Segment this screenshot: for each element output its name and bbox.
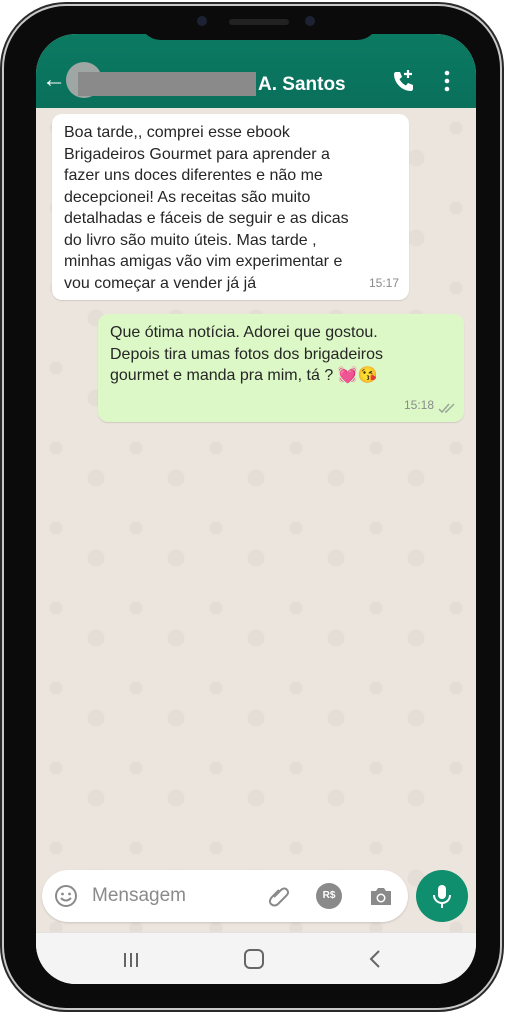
message-time: 15:18	[403, 397, 434, 412]
message-input[interactable]: Mensagem	[92, 885, 186, 907]
arrow-left-icon[interactable]: ←	[42, 68, 66, 92]
microphone-icon	[433, 885, 451, 908]
redacted-name	[78, 72, 256, 96]
message-time: 15:17	[368, 275, 399, 290]
beating-heart-emoji: 💓	[337, 367, 358, 385]
incoming-message[interactable]: Boa tarde,, comprei esse ebook Brigadeir…	[52, 114, 409, 300]
payment-icon[interactable]: R$	[316, 883, 342, 909]
message-composer: Mensagem R$	[42, 870, 408, 922]
chevron-left-icon[interactable]	[368, 949, 382, 969]
outgoing-message[interactable]: Que ótima notícia. Adorei que gostou. De…	[98, 314, 464, 422]
add-call-icon[interactable]	[390, 68, 416, 94]
voice-message-button[interactable]	[416, 870, 468, 922]
kiss-face-emoji: 😘	[357, 367, 378, 385]
phone-frame: ← A. Santos Boa tarde,, comprei esse ebo…	[4, 6, 500, 1008]
message-text: Que ótima notícia. Adorei que gostou. De…	[110, 322, 454, 387]
message-text: Boa tarde,, comprei esse ebook Brigadeir…	[64, 124, 349, 292]
double-check-icon	[438, 403, 455, 414]
front-camera	[197, 16, 207, 26]
front-sensor	[305, 16, 315, 26]
earpiece-speaker	[229, 19, 289, 25]
more-vertical-icon[interactable]	[442, 70, 452, 92]
contact-name[interactable]: A. Santos	[258, 74, 346, 96]
paperclip-icon[interactable]	[266, 883, 292, 909]
camera-icon[interactable]	[368, 884, 394, 908]
system-navigation-bar	[36, 932, 476, 984]
recents-icon[interactable]	[122, 951, 140, 969]
home-icon[interactable]	[244, 949, 264, 969]
chat-header: ← A. Santos	[36, 34, 476, 108]
screen: ← A. Santos Boa tarde,, comprei esse ebo…	[36, 34, 476, 984]
smiley-icon[interactable]	[54, 884, 78, 908]
camera-notch	[139, 6, 379, 40]
